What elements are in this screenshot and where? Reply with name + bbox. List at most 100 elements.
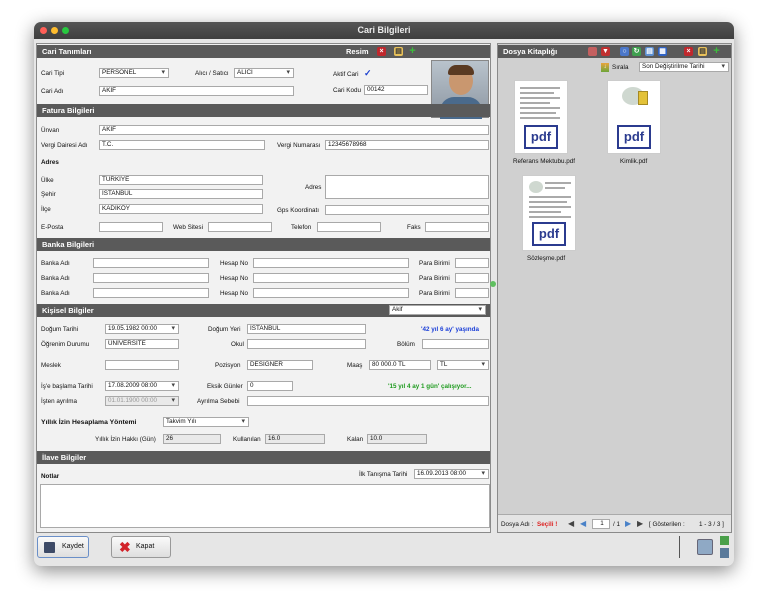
para-select[interactable]: TL	[437, 360, 489, 370]
vergi-dairesi-input[interactable]: T.C.	[99, 140, 265, 150]
login-arrow-icon[interactable]	[720, 536, 729, 545]
last-page-icon[interactable]: ▶	[637, 519, 643, 528]
eksik-gunler-input[interactable]: 0	[247, 381, 293, 391]
photo-delete-icon[interactable]: ×	[377, 47, 386, 56]
kisisel-section-header: Kişisel Bilgiler Akif	[37, 304, 490, 317]
faks-input[interactable]	[425, 222, 489, 232]
banka-adi-input-3[interactable]	[93, 288, 209, 298]
printer-icon[interactable]	[720, 548, 729, 558]
gps-input[interactable]	[325, 205, 489, 215]
vergi-numarasi-input[interactable]: 12345678968	[325, 140, 489, 150]
hesap-no-input-3[interactable]	[253, 288, 409, 298]
fatura-section-header: Fatura Bilgileri	[37, 104, 431, 117]
ayrilma-sebebi-input[interactable]	[247, 396, 489, 406]
adres-textarea[interactable]	[325, 175, 489, 199]
okul-input[interactable]	[247, 339, 366, 349]
file-thumb-kimlik[interactable]: pdf	[607, 80, 661, 154]
faks-label: Faks	[407, 224, 421, 231]
notlar-textarea[interactable]	[40, 484, 490, 528]
telefon-input[interactable]	[317, 222, 381, 232]
cari-adi-input[interactable]: AKİF	[99, 86, 294, 96]
web-sitesi-input[interactable]	[208, 222, 272, 232]
page-input[interactable]: 1	[592, 519, 610, 529]
first-page-icon[interactable]: ◀	[568, 519, 574, 528]
kisisel-person-select[interactable]: Akif	[389, 305, 486, 315]
file-thumb-referans[interactable]: pdf	[514, 80, 568, 154]
banka-adi-label-2: Banka Adı	[41, 275, 70, 282]
kalan-input: 10.0	[367, 434, 427, 444]
unvan-input[interactable]: AKİF	[99, 125, 489, 135]
kapat-button[interactable]: ✖ Kapat	[111, 536, 171, 558]
refresh-icon[interactable]: ↻	[632, 47, 641, 56]
ilce-input[interactable]: KADIKÖY	[99, 204, 263, 214]
banka-adi-input-2[interactable]	[93, 273, 209, 283]
aktif-cari-checkbox[interactable]: ✓	[364, 68, 372, 79]
banka-adi-input-1[interactable]	[93, 258, 209, 268]
prev-page-icon[interactable]: ◀	[580, 519, 586, 528]
telefon-label: Telefon	[291, 224, 312, 231]
cari-kodu-input[interactable]: 00142	[364, 85, 428, 95]
kisisel-header-title: Kişisel Bilgiler	[42, 306, 94, 315]
cari-tipi-select[interactable]: PERSONEL	[99, 68, 169, 78]
ayrilma-picker[interactable]: 01.01.1900 00:00	[105, 396, 179, 406]
para-birimi-input-1[interactable]	[455, 258, 489, 268]
hesap-no-input-1[interactable]	[253, 258, 409, 268]
para-birimi-label-3: Para Birimi	[419, 290, 450, 297]
file-name-referans: Referans Mektubu.pdf	[513, 158, 575, 165]
ulke-input[interactable]: TÜRKİYE	[99, 175, 263, 185]
sirala-label[interactable]: Sırala	[612, 63, 628, 72]
ilave-section-header: İlave Bilgiler	[37, 451, 490, 464]
next-page-icon[interactable]: ▶	[625, 519, 631, 528]
dogum-yeri-label: Doğum Yeri	[208, 326, 241, 333]
ayrilma-sebebi-label: Ayrılma Sebebi	[197, 398, 240, 405]
file-add-icon[interactable]: +	[712, 46, 721, 57]
file-icon[interactable]: ▤	[645, 47, 654, 56]
bolum-input[interactable]	[422, 339, 489, 349]
maas-input[interactable]: 80 000.0 TL	[369, 360, 431, 370]
bottom-divider	[679, 536, 680, 558]
close-traffic-light[interactable]	[40, 27, 47, 34]
alici-satici-select[interactable]: ALICI	[234, 68, 294, 78]
file-delete-icon[interactable]: ×	[684, 47, 693, 56]
file-thumb-sozlesme[interactable]: pdf	[522, 175, 576, 251]
kaydet-label: Kaydet	[62, 543, 84, 550]
user-card-icon[interactable]	[697, 539, 713, 555]
resim-label: Resim	[346, 47, 369, 56]
zoom-traffic-light[interactable]	[62, 27, 69, 34]
photo-copy-icon[interactable]: ▤	[394, 47, 403, 56]
cari-section-header: Cari Tanımları Resim × ▤ +	[37, 45, 490, 58]
search-file-icon[interactable]: ○	[620, 47, 629, 56]
file-stop-icon[interactable]	[588, 47, 597, 56]
meslek-input[interactable]	[105, 360, 179, 370]
photo-add-icon[interactable]: +	[408, 46, 417, 57]
kaydet-button[interactable]: Kaydet	[37, 536, 89, 558]
splitter-handle[interactable]	[490, 281, 496, 287]
dosya-adi-label: Dosya Adı :	[501, 521, 534, 528]
baslama-picker[interactable]: 17.08.2009 08:00	[105, 381, 179, 391]
hesap-no-input-2[interactable]	[253, 273, 409, 283]
fatura-header-filler	[431, 104, 490, 117]
cari-tipi-label: Cari Tipi	[41, 70, 65, 77]
view-grid-icon[interactable]: ▦	[658, 47, 667, 56]
sehir-input[interactable]: İSTANBUL	[99, 189, 263, 199]
file-copy-icon[interactable]: ▤	[698, 47, 707, 56]
dogum-yeri-input[interactable]: İSTANBUL	[247, 324, 366, 334]
eposta-input[interactable]	[99, 222, 163, 232]
tanisma-picker[interactable]: 16.09.2013 08:00	[414, 469, 489, 479]
pozisyon-label: Pozisyon	[215, 362, 241, 369]
izin-yontemi-select[interactable]: Takvim Yılı	[163, 417, 249, 427]
para-birimi-input-2[interactable]	[455, 273, 489, 283]
sort-select[interactable]: Son Değiştirilme Tarihi	[639, 62, 729, 72]
close-x-icon: ✖	[119, 539, 131, 555]
banka-section-header: Banka Bilgileri	[37, 238, 490, 251]
para-birimi-input-3[interactable]	[455, 288, 489, 298]
alici-satici-label: Alıcı / Satıcı	[195, 70, 229, 77]
title-bar: Cari Bilgileri	[34, 22, 734, 39]
pozisyon-input[interactable]: DESIGNER	[247, 360, 313, 370]
aktif-cari-label: Aktif Cari	[333, 71, 359, 78]
sort-icon: ↓	[601, 63, 609, 72]
ogrenim-input[interactable]: ÜNİVERSİTE	[105, 339, 179, 349]
filter-icon[interactable]: ▼	[601, 47, 610, 56]
dogum-tarihi-picker[interactable]: 19.05.1982 00:00	[105, 324, 179, 334]
minimize-traffic-light[interactable]	[51, 27, 58, 34]
